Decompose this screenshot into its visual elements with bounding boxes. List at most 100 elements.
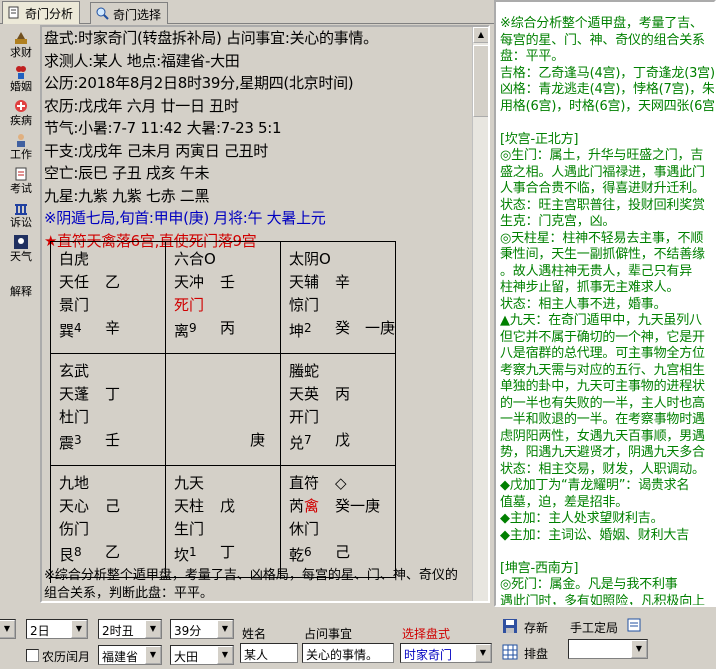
save-new-button[interactable]: 存新 [498,615,552,639]
leap-month-label: 农历闰月 [42,650,91,664]
tab-qimen-select[interactable]: 奇门选择 [90,2,169,24]
city-select[interactable]: 大田 ▼ [170,645,234,665]
lunar-line: 农历:戊戌年 六月 廿一日 丑时 [44,96,239,115]
chart-scrollbar[interactable]: ▲ [472,27,488,601]
manual-ju-select[interactable]: ▼ [568,639,648,659]
sidebar-item-weather[interactable]: 天气 [4,234,38,268]
querent-line: 求测人:某人 地点:福建省-大田 [44,51,240,70]
analysis-line: 凶格：青龙逃走(4宫)，悖格(7宫)，朱 [500,82,715,97]
analysis-line: 吉格：乙奇逢马(4宫)，丁奇逢龙(3宫) [500,65,715,81]
sidebar-label: 天气 [10,250,32,263]
ju-line: ※阴遁七局,旬首:甲申(庚) 月将:午 大暑上元 [44,209,326,227]
sidebar-item-work[interactable]: 工作 [4,132,38,166]
palace-star-stem: 辛 [335,273,351,291]
sidebar-label: 考试 [10,182,32,195]
info-block: 盘式:时家奇门(转盘拆补局) 占问事宜:关心的事情。 求测人:某人 地点:福建省… [42,27,472,252]
manual-ju-icon[interactable] [626,617,642,633]
summary-line: 组合关系，判断此盘：平平。 [44,586,214,601]
analysis-line: ※综合分析整个遁甲盘，考量了吉、 [500,16,703,31]
kongwang-line: 空亡:辰巳 子丑 戌亥 午未 [44,164,210,182]
province-select[interactable]: 福建省 ▼ [98,645,162,665]
palace-god: 白虎 [59,250,90,268]
day-select[interactable]: 2日 ▼ [26,619,88,639]
sidebar-item-marriage[interactable]: 婚姻 [4,64,38,98]
chevron-down-icon: ▼ [145,620,161,638]
scroll-thumb[interactable] [473,45,488,117]
palace-star-stem: 癸一庚 [335,497,381,515]
minute-select[interactable]: 39分 ▼ [170,619,234,639]
question-field[interactable]: 关心的事情。 [302,643,394,663]
sidebar: 求财 婚姻 疾病 工作 考试 诉讼 天气 解释 [4,30,38,302]
sidebar-item-wealth[interactable]: 求财 [4,30,38,64]
gregorian-line: 公历:2018年8月2日8时39分,星期四(北京时间) [44,74,354,92]
palace-star-stem: 戊 [220,497,236,515]
question-label: 占问事宜 [304,627,353,641]
palace-door: 惊门 [289,296,320,314]
arrange-button[interactable]: 排盘 [498,641,552,665]
pan-type-select[interactable]: 时家奇门 ▼ [400,643,492,663]
sidebar-item-explain[interactable]: 解释 [4,268,38,302]
ganzhi-line: 干支:戊戌年 己未月 丙寅日 己丑时 [44,141,268,160]
sidebar-item-illness[interactable]: 疾病 [4,98,38,132]
chevron-down-icon: ▼ [0,620,15,638]
palace-stem: 癸 [335,319,351,337]
work-icon [17,134,25,147]
palace-god: 太阴 [289,250,320,268]
analysis-line: [坎宫-正北方] [500,131,579,147]
hour-select[interactable]: 2时丑 ▼ [98,619,162,639]
day-value: 2日 [30,624,50,638]
minute-value: 39分 [174,624,202,638]
nine-star-line: 九星:九紫 九紫 七赤 二黑 [44,186,210,205]
city-value: 大田 [174,650,199,664]
palace-door: 杜门 [59,408,90,426]
palace-li: 六合O 天冲壬 死门 离9 丙 [166,242,281,354]
analysis-line: 柱神步止留，抓事无主难求人。 [500,280,680,295]
month-select[interactable]: ▼ [0,619,16,639]
palace-god-symbol: O [319,250,331,268]
analysis-line: 一半和败退的一半。在考察事物时遇 [500,412,705,427]
palace-stem: 己 [335,543,351,561]
sidebar-item-lawsuit[interactable]: 诉讼 [4,200,38,234]
analysis-line: 用格(6宫)，时格(6宫)，天网四张(6宫) [500,98,716,114]
grid-icon [502,644,518,660]
tab-qimen-analysis[interactable]: 奇门分析 [2,1,81,24]
tab-label: 奇门选择 [113,8,162,22]
palace-god: 玄武 [59,362,90,380]
pan-type-label: 选择盘式 [402,627,451,641]
arrange-label: 排盘 [524,647,549,661]
leap-month-checkbox[interactable] [26,649,39,662]
sidebar-item-exam[interactable]: 考试 [4,166,38,200]
analysis-line: ◆戊加丁为“青龙耀明”：谒贵求名 [500,478,690,493]
scroll-up-button[interactable]: ▲ [473,27,488,43]
palace-kan: 九天 天柱戊 生门 坎1 丁 [166,466,281,578]
palace-gua: 离 [174,322,190,340]
save-label: 存新 [524,621,549,635]
analysis-line: 盛之相。人遇此门福禄进，事遇此门 [500,164,705,180]
analysis-line: 生克：门克宫，凶。 [500,214,616,229]
lawsuit-icon [15,204,27,215]
name-field[interactable]: 某人 [240,643,298,663]
analysis-line [500,115,714,132]
palace-num: 2 [304,321,312,335]
tab-label: 奇门分析 [25,7,74,21]
palace-num: 7 [304,433,312,447]
wealth-icon [15,32,27,44]
chevron-down-icon: ▼ [631,640,647,658]
analysis-line: ◎天柱星：柱神不轻易去主事，不顺 [500,230,704,246]
palace-stem: 壬 [105,431,121,449]
palace-xun: 白虎 天任乙 景门 巽4 辛 [51,242,166,354]
palace-door: 生门 [174,520,205,538]
palace-stem: 辛 [105,319,121,337]
hour-value: 2时丑 [102,624,134,638]
chart-panel: 盘式:时家奇门(转盘拆补局) 占问事宜:关心的事情。 求测人:某人 地点:福建省… [40,25,490,603]
chevron-down-icon: ▼ [217,646,233,664]
palace-star: 天任 [59,273,90,291]
palace-door: 景门 [59,296,90,314]
sidebar-label: 疾病 [10,114,32,127]
palace-god: 六合 [174,250,205,268]
palace-star: 天蓬 [59,385,90,403]
analysis-text-pane[interactable]: ※综合分析整个遁甲盘，考量了吉、 每宫的星、门、神、奇仪的组合关系 盘：平平。 吉格：… [494,0,716,607]
pan-type-line: 盘式:时家奇门(转盘拆补局) 占问事宜:关心的事情。 [44,29,378,47]
palace-star: 天英 [289,385,320,403]
pan-type-value: 时家奇门 [404,648,453,662]
